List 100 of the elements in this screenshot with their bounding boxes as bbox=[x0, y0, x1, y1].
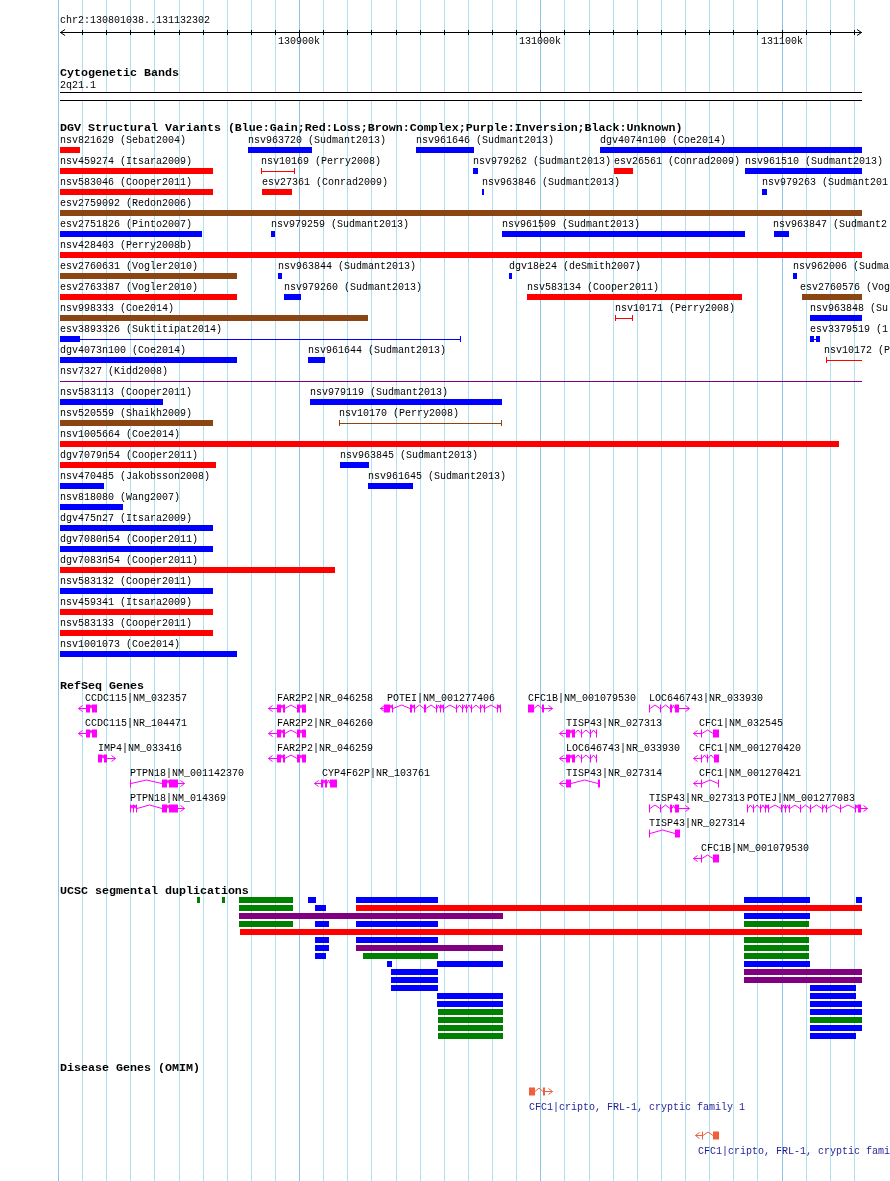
track-title: RefSeq Genes bbox=[60, 680, 144, 692]
gene-model-drawing bbox=[693, 754, 719, 763]
gene-model-drawing bbox=[528, 704, 553, 713]
variant-label: nsv583132 (Cooper2011) bbox=[60, 575, 193, 588]
variant-label: nsv10171 (Perry2008) bbox=[615, 302, 736, 315]
variant-label: nsv821629 (Sebat2004) bbox=[60, 134, 187, 147]
gene-model-drawing bbox=[693, 779, 719, 788]
variant-label: nsv459341 (Itsara2009) bbox=[60, 596, 193, 609]
variant-label: esv2759092 (Redon2006) bbox=[60, 197, 193, 210]
variant-label: nsv963844 (Sudmant2013) bbox=[278, 260, 417, 273]
gene-label: FAR2P2|NR_046259 bbox=[277, 742, 373, 755]
variant-label: esv27361 (Conrad2009) bbox=[262, 176, 389, 189]
gene-label: IMP4|NM_033416 bbox=[98, 742, 182, 755]
band-label: 2q21.1 bbox=[60, 79, 96, 92]
variant-label: nsv520559 (Shaikh2009) bbox=[60, 407, 193, 420]
variant-label: esv2760631 (Vogler2010) bbox=[60, 260, 199, 273]
gene-label: FAR2P2|NR_046260 bbox=[277, 717, 373, 730]
gene-label: POTEI|NM_001277406 bbox=[387, 692, 496, 705]
disease-gene-label: CFC1|cripto, FRL-1, cryptic fami bbox=[698, 1145, 890, 1158]
variant-label: nsv1001073 (Coe2014) bbox=[60, 638, 181, 651]
gene-label: CYP4F62P|NR_103761 bbox=[322, 767, 431, 780]
track-title: Disease Genes (OMIM) bbox=[60, 1062, 200, 1074]
variant-label: dgv7079n54 (Cooper2011) bbox=[60, 449, 199, 462]
variant-label: nsv979259 (Sudmant2013) bbox=[271, 218, 410, 231]
disease-gene-drawing bbox=[529, 1087, 553, 1096]
variant-label: nsv979119 (Sudmant2013) bbox=[310, 386, 449, 399]
variant-label: dgv7083n54 (Cooper2011) bbox=[60, 554, 199, 567]
gene-model-drawing bbox=[559, 779, 600, 788]
gene-label: TISP43|NR_027314 bbox=[649, 817, 745, 830]
variant-label: nsv963846 (Sudmant2013) bbox=[482, 176, 621, 189]
variant-label: nsv10170 (Perry2008) bbox=[339, 407, 460, 420]
variant-label: nsv963845 (Sudmant2013) bbox=[340, 449, 479, 462]
gene-model-drawing bbox=[559, 754, 597, 763]
tick-label: 130900k bbox=[278, 35, 320, 48]
gene-label: CFC1|NM_032545 bbox=[699, 717, 783, 730]
tick-label: 131000k bbox=[519, 35, 561, 48]
variant-label: nsv998333 (Coe2014) bbox=[60, 302, 175, 315]
gene-label: CFC1B|NM_001079530 bbox=[701, 842, 810, 855]
variant-label: esv2760576 (Vog bbox=[800, 281, 890, 294]
gene-label: CFC1|NM_001270421 bbox=[699, 767, 802, 780]
gene-model-drawing bbox=[693, 729, 719, 738]
disease-gene-drawing bbox=[695, 1131, 720, 1140]
gene-label: PTPN18|NM_001142370 bbox=[130, 767, 245, 780]
variant-label: esv26561 (Conrad2009) bbox=[614, 155, 741, 168]
variant-label: nsv979263 (Sudmant201 bbox=[762, 176, 889, 189]
variant-label: dgv18e24 (deSmith2007) bbox=[509, 260, 642, 273]
gene-model-drawing bbox=[78, 704, 97, 713]
gene-model-drawing bbox=[98, 754, 116, 763]
track-title: Cytogenetic Bands bbox=[60, 67, 179, 79]
gene-label: TISP43|NR_027313 bbox=[649, 792, 745, 805]
gene-label: TISP43|NR_027314 bbox=[566, 767, 662, 780]
tick-label: 131100k bbox=[761, 35, 803, 48]
track-title: UCSC segmental duplications bbox=[60, 885, 249, 897]
gene-model-drawing bbox=[649, 829, 681, 838]
variant-label: nsv979262 (Sudmant2013) bbox=[473, 155, 612, 168]
variant-label: esv2751826 (Pinto2007) bbox=[60, 218, 193, 231]
variant-label: esv3893326 (Suktitipat2014) bbox=[60, 323, 223, 336]
variant-label: nsv583113 (Cooper2011) bbox=[60, 386, 193, 399]
gene-label: POTEJ|NM_001277083 bbox=[747, 792, 856, 805]
gene-model-drawing bbox=[649, 704, 690, 713]
variant-label: nsv10169 (Perry2008) bbox=[261, 155, 382, 168]
track-title: DGV Structural Variants (Blue:Gain;Red:Loss;Brown:Complex;Purple:Inversion;Black:Unknown) bbox=[60, 122, 683, 134]
variant-label: nsv7327 (Kidd2008) bbox=[60, 365, 169, 378]
variant-label: nsv961646 (Sudmant2013) bbox=[416, 134, 555, 147]
variant-label: nsv963847 (Sudmant2 bbox=[773, 218, 888, 231]
variant-label: nsv962006 (Sudma bbox=[793, 260, 889, 273]
variant-label: nsv818080 (Wang2007) bbox=[60, 491, 181, 504]
variant-label: nsv963848 (Su bbox=[810, 302, 888, 315]
variant-label: esv3379519 (1 bbox=[810, 323, 888, 336]
variant-label: dgv4074n100 (Coe2014) bbox=[600, 134, 727, 147]
variant-label: nsv428403 (Perry2008b) bbox=[60, 239, 193, 252]
variant-label: nsv470485 (Jakobsson2008) bbox=[60, 470, 211, 483]
variant-label: nsv963720 (Sudmant2013) bbox=[248, 134, 387, 147]
gene-label: CFC1B|NM_001079530 bbox=[528, 692, 637, 705]
gene-label: CCDC115|NM_032357 bbox=[85, 692, 188, 705]
gene-model-drawing bbox=[268, 729, 306, 738]
variant-label: dgv4073n100 (Coe2014) bbox=[60, 344, 187, 357]
variant-label: nsv961644 (Sudmant2013) bbox=[308, 344, 447, 357]
variant-label: nsv961510 (Sudmant2013) bbox=[745, 155, 884, 168]
gene-model-drawing bbox=[130, 779, 185, 788]
gene-label: FAR2P2|NR_046258 bbox=[277, 692, 373, 705]
gene-model-drawing bbox=[693, 854, 719, 863]
gene-model-drawing bbox=[559, 729, 597, 738]
region-label: chr2:130801038..131132302 bbox=[60, 14, 211, 27]
gene-model-drawing bbox=[78, 729, 97, 738]
gene-model-drawing bbox=[268, 704, 306, 713]
variant-label: dgv475n27 (Itsara2009) bbox=[60, 512, 193, 525]
gene-model-drawing bbox=[314, 779, 337, 788]
variant-label: nsv961645 (Sudmant2013) bbox=[368, 470, 507, 483]
variant-label: nsv583046 (Cooper2011) bbox=[60, 176, 193, 189]
gene-label: TISP43|NR_027313 bbox=[566, 717, 662, 730]
gene-label: LOC646743|NR_033930 bbox=[566, 742, 681, 755]
variant-label: nsv979260 (Sudmant2013) bbox=[284, 281, 423, 294]
gene-label: CCDC115|NR_104471 bbox=[85, 717, 188, 730]
variant-label: nsv583133 (Cooper2011) bbox=[60, 617, 193, 630]
gene-label: PTPN18|NM_014369 bbox=[130, 792, 226, 805]
variant-label: nsv459274 (Itsara2009) bbox=[60, 155, 193, 168]
variant-label: esv2763387 (Vogler2010) bbox=[60, 281, 199, 294]
variant-label: nsv583134 (Cooper2011) bbox=[527, 281, 660, 294]
gene-model-drawing bbox=[649, 804, 690, 813]
